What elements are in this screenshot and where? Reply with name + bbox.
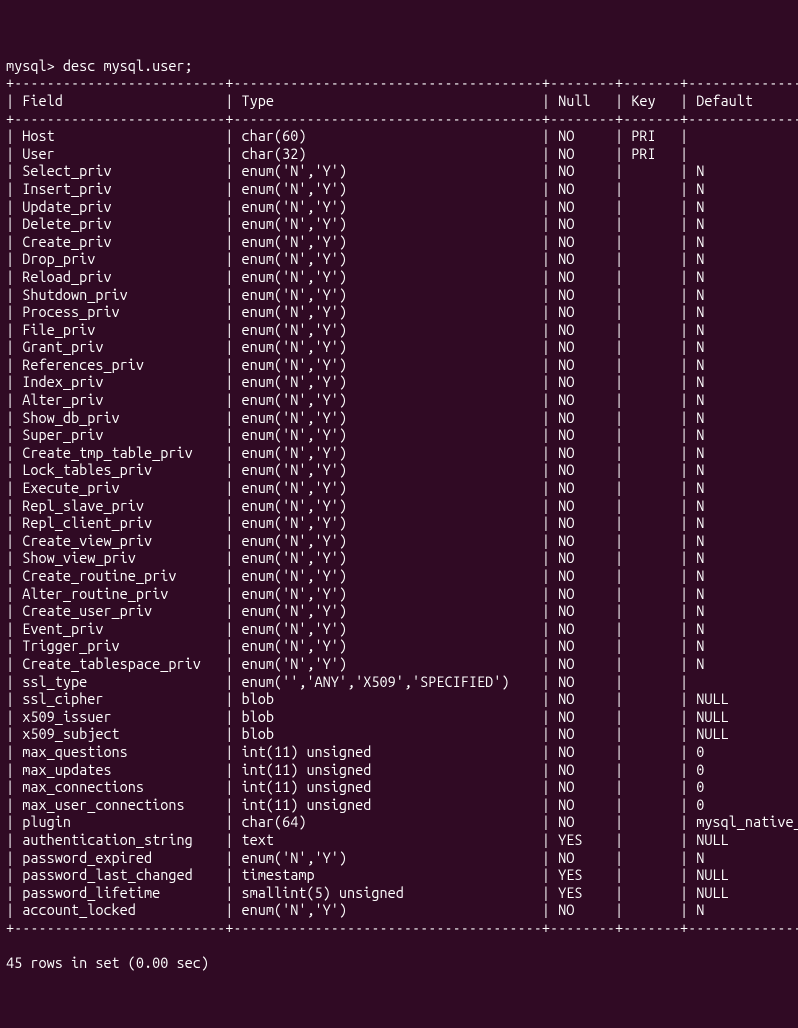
result-footer: 45 rows in set (0.00 sec): [6, 954, 209, 971]
mysql-prompt[interactable]: mysql>: [6, 57, 63, 74]
describe-table: +--------------------------+------------…: [6, 74, 792, 936]
command-text: desc mysql.user;: [63, 57, 193, 74]
